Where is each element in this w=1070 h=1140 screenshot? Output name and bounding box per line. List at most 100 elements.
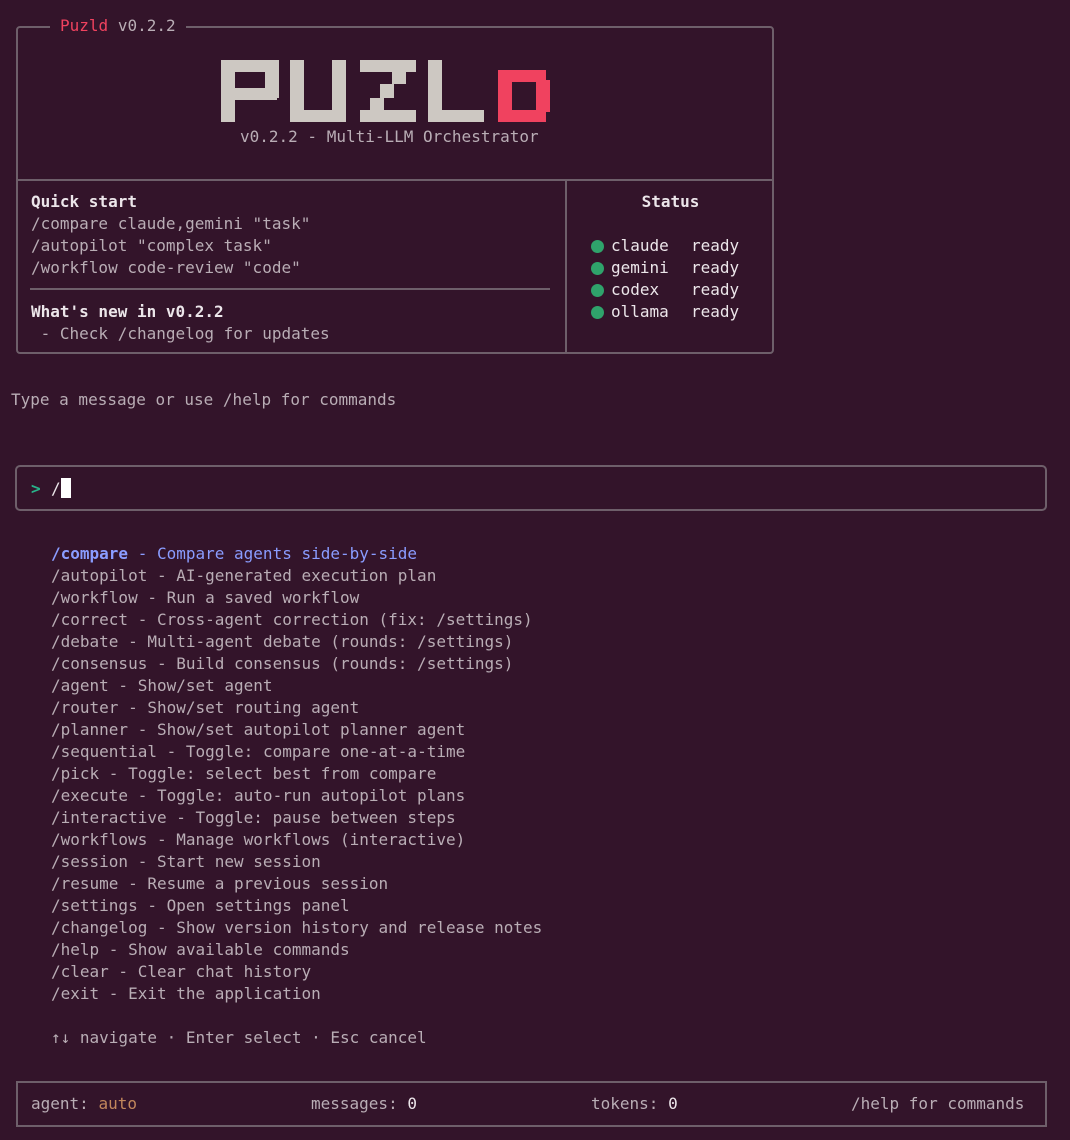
command-description: Toggle: select best from compare <box>128 764 437 783</box>
command-name: /planner <box>51 720 129 739</box>
command-name: /sequential <box>51 742 157 761</box>
command-name: /settings <box>51 896 138 915</box>
tokens-value: 0 <box>668 1094 678 1113</box>
command-item-router[interactable]: /router - Show/set routing agent <box>51 697 542 719</box>
command-description: Show available commands <box>128 940 350 959</box>
status-row-codex: codex ready <box>591 279 739 301</box>
command-separator: - <box>99 940 129 959</box>
command-separator: - <box>147 566 177 585</box>
command-name: /resume <box>51 874 119 893</box>
puzld-logo <box>221 60 550 122</box>
command-name: /autopilot <box>51 566 148 585</box>
command-item-agent[interactable]: /agent - Show/set agent <box>51 675 542 697</box>
agent-name: codex <box>611 280 660 299</box>
whats-new-title: What's new in v0.2.2 <box>31 302 224 321</box>
agent-state: ready <box>691 258 740 277</box>
command-item-interactive[interactable]: /interactive - Toggle: pause between ste… <box>51 807 542 829</box>
help-hint: /help for commands <box>851 1094 1025 1113</box>
command-separator: - <box>147 918 177 937</box>
command-name: /pick <box>51 764 100 783</box>
command-description: Show version history and release notes <box>176 918 543 937</box>
command-description: Cross-agent correction (fix: /settings) <box>156 610 533 629</box>
agent-value: auto <box>98 1094 137 1113</box>
ready-dot-icon <box>591 261 604 275</box>
command-separator: - <box>128 720 157 739</box>
command-name: /interactive <box>51 808 167 827</box>
command-name: /execute <box>51 786 129 805</box>
command-separator: - <box>128 852 157 871</box>
command-name: /clear <box>51 962 109 981</box>
ready-dot-icon <box>591 283 604 297</box>
command-name: /correct <box>51 610 129 629</box>
command-item-changelog[interactable]: /changelog - Show version history and re… <box>51 917 542 939</box>
command-separator: - <box>99 764 129 783</box>
command-item-execute[interactable]: /execute - Toggle: auto-run autopilot pl… <box>51 785 542 807</box>
ready-dot-icon <box>591 239 604 253</box>
command-item-help[interactable]: /help - Show available commands <box>51 939 542 961</box>
command-name: /session <box>51 852 129 871</box>
header-divider <box>16 179 774 181</box>
agent-label: agent: <box>31 1094 89 1113</box>
command-separator: - <box>108 962 138 981</box>
command-item-consensus[interactable]: /consensus - Build consensus (rounds: /s… <box>51 653 542 675</box>
header-legend: Puzld v0.2.2 <box>50 15 186 37</box>
command-description: Build consensus (rounds: /settings) <box>176 654 514 673</box>
command-item-planner[interactable]: /planner - Show/set autopilot planner ag… <box>51 719 542 741</box>
agent-state: ready <box>691 280 740 299</box>
command-name: /debate <box>51 632 119 651</box>
command-name: /help <box>51 940 100 959</box>
command-separator: - <box>137 896 167 915</box>
command-menu: /compare - Compare agents side-by-side/a… <box>51 543 542 1005</box>
command-item-pick[interactable]: /pick - Toggle: select best from compare <box>51 763 542 785</box>
quick-start-line: /compare claude,gemini "task" <box>31 214 311 233</box>
command-item-compare[interactable]: /compare - Compare agents side-by-side <box>51 543 542 565</box>
command-description: Open settings panel <box>166 896 350 915</box>
command-separator: - <box>118 632 148 651</box>
agent-state: ready <box>691 236 740 255</box>
status-row-claude: claude ready <box>591 235 739 257</box>
command-item-debate[interactable]: /debate - Multi-agent debate (rounds: /s… <box>51 631 542 653</box>
command-item-clear[interactable]: /clear - Clear chat history <box>51 961 542 983</box>
command-description: Start new session <box>156 852 321 871</box>
agent-name: gemini <box>611 258 669 277</box>
command-name: /router <box>51 698 119 717</box>
command-description: Show/set routing agent <box>147 698 360 717</box>
agent-name: ollama <box>611 302 669 321</box>
command-name: /changelog <box>51 918 148 937</box>
command-separator: - <box>147 654 177 673</box>
command-separator: - <box>108 676 138 695</box>
command-name: /workflow <box>51 588 138 607</box>
ready-dot-icon <box>591 305 604 319</box>
command-description: Exit the application <box>128 984 321 1003</box>
command-separator: - <box>128 610 157 629</box>
command-description: Clear chat history <box>137 962 312 981</box>
command-item-correct[interactable]: /correct - Cross-agent correction (fix: … <box>51 609 542 631</box>
quick-start-title: Quick start <box>31 192 137 211</box>
agent-indicator[interactable]: agent: auto <box>31 1093 137 1115</box>
command-item-session[interactable]: /session - Start new session <box>51 851 542 873</box>
command-name: /compare <box>51 544 129 563</box>
command-item-exit[interactable]: /exit - Exit the application <box>51 983 542 1005</box>
quick-start-line: /workflow code-review "code" <box>31 258 301 277</box>
command-item-sequential[interactable]: /sequential - Toggle: compare one-at-a-t… <box>51 741 542 763</box>
status-title: Status <box>641 192 700 211</box>
messages-label: messages: <box>311 1094 398 1113</box>
command-name: /agent <box>51 676 109 695</box>
input-value[interactable]: / <box>51 478 61 500</box>
command-item-settings[interactable]: /settings - Open settings panel <box>51 895 542 917</box>
command-name: /exit <box>51 984 100 1003</box>
command-item-resume[interactable]: /resume - Resume a previous session <box>51 873 542 895</box>
command-description: Toggle: auto-run autopilot plans <box>156 786 466 805</box>
command-description: Toggle: compare one-at-a-time <box>185 742 466 761</box>
command-separator: - <box>166 808 196 827</box>
command-description: Resume a previous session <box>147 874 389 893</box>
command-item-workflow[interactable]: /workflow - Run a saved workflow <box>51 587 542 609</box>
command-separator: - <box>128 544 157 563</box>
command-separator: - <box>118 698 148 717</box>
command-item-autopilot[interactable]: /autopilot - AI-generated execution plan <box>51 565 542 587</box>
message-input[interactable] <box>15 465 1047 511</box>
command-item-workflows[interactable]: /workflows - Manage workflows (interacti… <box>51 829 542 851</box>
command-description: Show/set autopilot planner agent <box>156 720 466 739</box>
command-description: Manage workflows (interactive) <box>176 830 466 849</box>
input-hint: Type a message or use /help for commands <box>11 390 397 409</box>
